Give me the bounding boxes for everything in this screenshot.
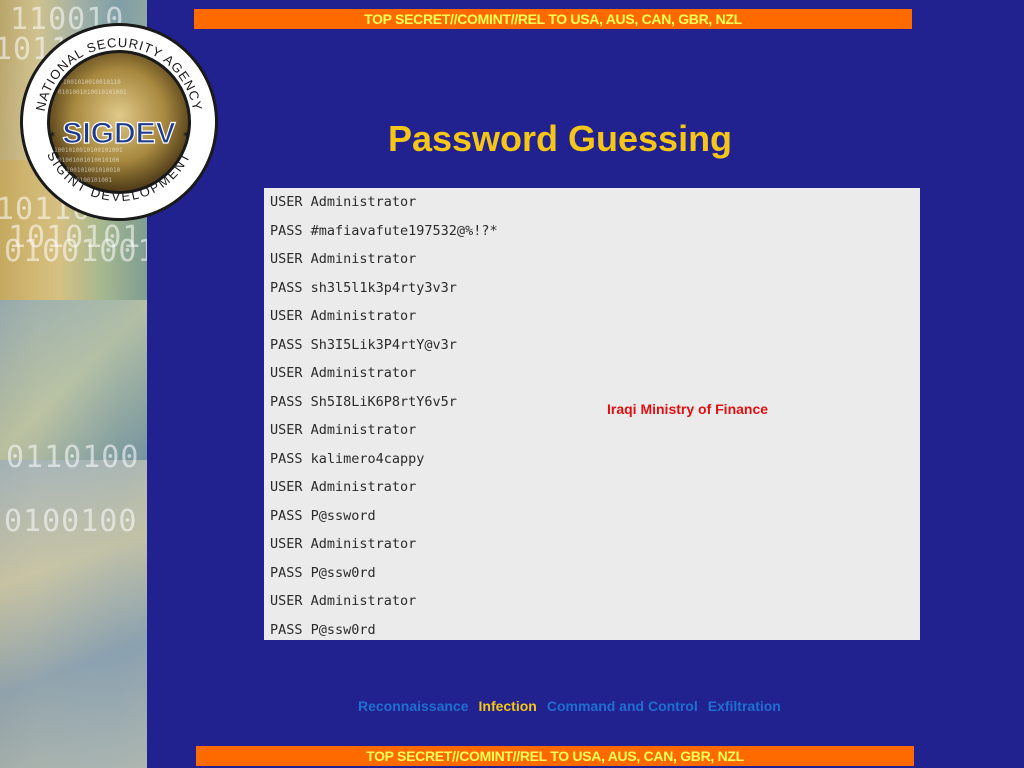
slide-nav: Reconnaissance Infection Command and Contr…	[358, 698, 791, 714]
log-line: USER Administrator	[270, 536, 417, 552]
svg-text:✶: ✶	[48, 130, 56, 141]
binary-background-art: 0100100	[4, 504, 138, 539]
binary-background-art: 01001001	[4, 234, 147, 269]
log-line: PASS #mafiavafute197532@%!?*	[270, 222, 498, 239]
svg-text:01001001010010100: 01001001010010100	[58, 157, 120, 164]
log-line: PASS sh3l5l1k3p4rty3v3r	[270, 279, 457, 296]
nav-item-infection[interactable]: Infection	[479, 698, 537, 714]
nsa-sigdev-seal-icon: 1001010010010110 0101001010010101001 100…	[20, 23, 218, 221]
target-annotation: Iraqi Ministry of Finance	[607, 401, 769, 417]
binary-background-art: 0110100	[6, 440, 140, 475]
nav-item-reconnaissance[interactable]: Reconnaissance	[358, 698, 469, 714]
log-line: USER Administrator	[270, 194, 417, 210]
log-line: USER Administrator	[270, 422, 417, 438]
nav-item-command-and-control[interactable]: Command and Control	[547, 698, 698, 714]
nav-item-exfiltration[interactable]: Exfiltration	[708, 698, 781, 714]
log-line: USER Administrator	[270, 479, 417, 495]
classification-banner-top: TOP SECRET//COMINT//REL TO USA, AUS, CAN…	[194, 9, 912, 29]
svg-text:0101001010010101001: 0101001010010101001	[58, 89, 127, 96]
log-line: USER Administrator	[270, 365, 417, 381]
log-line: PASS kalimero4cappy	[270, 450, 425, 467]
log-line: PASS Sh5I8LiK6P8rtY6v5r	[270, 393, 457, 410]
log-line: PASS Sh3I5Lik3P4rtY@v3r	[270, 336, 457, 353]
svg-text:1001010010010110: 1001010010010110	[63, 79, 121, 86]
log-line: PASS P@ssword	[270, 507, 376, 524]
classification-banner-bottom: TOP SECRET//COMINT//REL TO USA, AUS, CAN…	[196, 746, 914, 766]
svg-text:✶: ✶	[182, 130, 190, 141]
log-line: USER Administrator	[270, 308, 417, 324]
seal-center-text: SIGDEV	[62, 117, 175, 150]
password-log-panel: USER Administrator PASS #mafiavafute19753…	[264, 188, 920, 640]
log-line: USER Administrator	[270, 251, 417, 267]
log-line: USER Administrator	[270, 593, 417, 609]
log-line: PASS P@ssw0rd	[270, 564, 376, 581]
log-line: PASS P@ssw0rd	[270, 621, 376, 638]
slide-title: Password Guessing	[387, 118, 733, 159]
